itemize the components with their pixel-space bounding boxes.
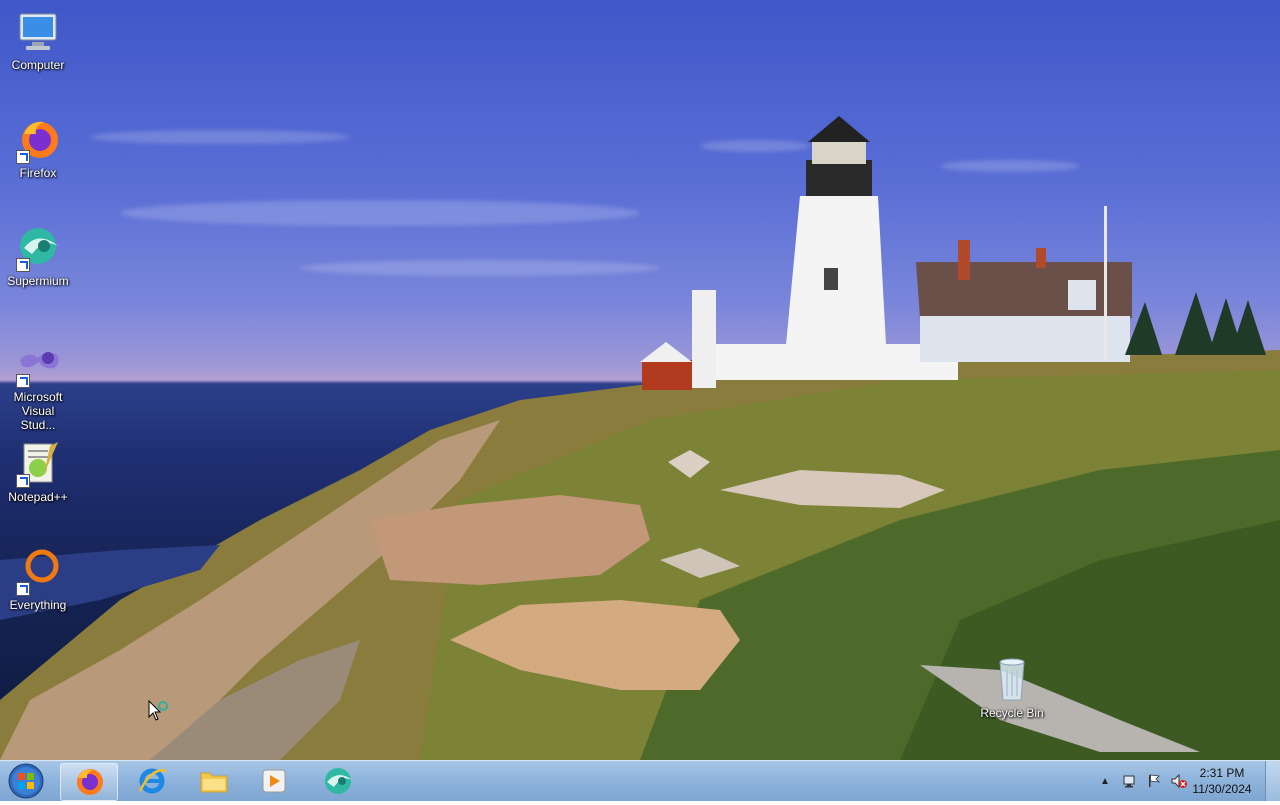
firefox-icon [77,769,103,795]
start-button[interactable] [6,762,46,800]
taskbar-clock[interactable]: 2:31 PM 11/30/2024 [1182,765,1262,797]
desktop-wallpaper: Computer Firefox Supermium Microsoft Vis… [0,0,1280,760]
landscape [0,116,1280,760]
desktop-icon-recycle-bin[interactable]: Recycle Bin [974,656,1050,720]
shortcut-arrow-icon [16,474,30,488]
show-hidden-icons-icon[interactable]: ▲ [1100,776,1110,787]
clock-time: 2:31 PM [1199,766,1245,780]
media-player-icon [262,769,286,793]
desktop-icon-label: Supermium [7,274,69,288]
taskbar: ▲ 2:31 PM 11/30/2024 [0,760,1280,801]
desktop-icon-visual-studio[interactable]: Microsoft Visual Stud... [0,340,76,432]
taskbar-internet-explorer[interactable] [124,763,180,799]
folder-icon [200,772,228,793]
desktop-icon-label: Notepad++ [8,490,68,504]
desktop-icon-supermium[interactable]: Supermium [0,224,76,288]
visual-studio-icon [14,340,62,388]
taskbar-firefox[interactable] [60,763,118,801]
system-tray: ▲ [1100,761,1188,801]
firefox-icon [14,116,62,164]
desktop-icon-label: Recycle Bin [980,706,1044,720]
taskbar-supermium[interactable] [310,763,366,799]
everything-icon [14,548,62,596]
desktop-icon-label: Microsoft Visual Stud... [13,390,63,432]
mouse-cursor-icon [148,700,168,721]
recycle-bin-icon [988,656,1036,704]
desktop-icon-label: Firefox [19,166,57,180]
desktop-icon-notepadpp[interactable]: Notepad++ [0,440,76,504]
action-center-flag-icon[interactable] [1146,773,1162,789]
supermium-icon [14,224,62,272]
desktop-icon-label: Everything [9,598,67,612]
desktop-icon-firefox[interactable]: Firefox [0,116,76,180]
taskbar-media-player[interactable] [246,763,302,799]
show-desktop-button[interactable] [1265,761,1280,801]
supermium-icon [325,768,352,794]
taskbar-file-explorer[interactable] [186,763,242,799]
notepadpp-icon [14,440,62,488]
shortcut-arrow-icon [16,374,30,388]
network-icon[interactable] [1122,773,1138,789]
shortcut-arrow-icon [16,150,30,164]
desktop-icon-label: Computer [11,58,65,72]
desktop-icon-computer[interactable]: Computer [0,8,76,72]
clock-date: 11/30/2024 [1192,782,1252,796]
shortcut-arrow-icon [16,258,30,272]
computer-icon [14,8,62,56]
internet-explorer-icon [138,768,167,794]
shortcut-arrow-icon [16,582,30,596]
desktop-icon-everything[interactable]: Everything [0,548,76,612]
